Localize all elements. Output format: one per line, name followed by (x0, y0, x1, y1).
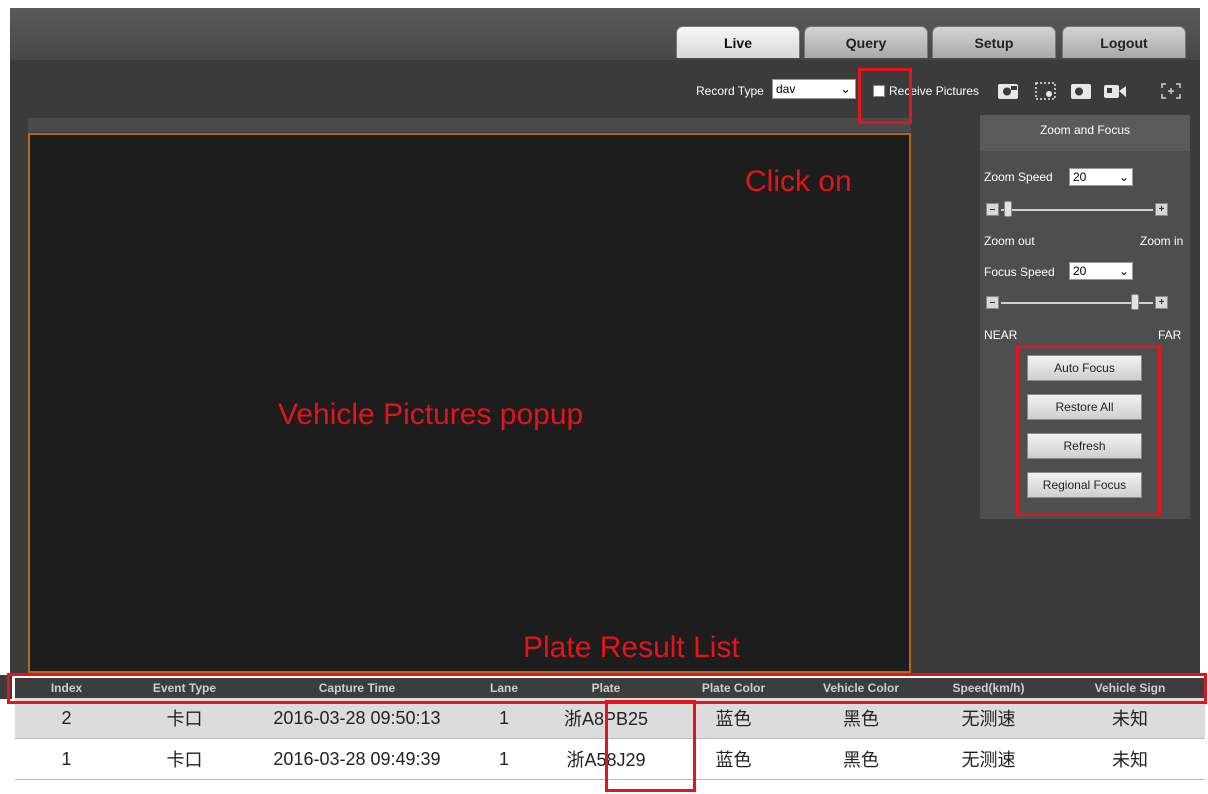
zoom-speed-select[interactable]: 20 ⌄ (1069, 168, 1133, 186)
table-cell: 黑色 (800, 738, 922, 780)
annotation-result-list: Plate Result List (523, 631, 740, 664)
capture-icon[interactable] (1068, 80, 1094, 102)
table-cell: 卡口 (118, 738, 251, 780)
zoom-in-button[interactable]: + (1155, 203, 1168, 216)
near-label: NEAR (984, 328, 1018, 342)
zoom-speed-label: Zoom Speed (984, 170, 1053, 184)
table-cell: 1 (463, 738, 545, 780)
annotation-click-on: Click on (745, 165, 852, 198)
tab-query[interactable]: Query (804, 26, 928, 58)
zoom-out-label: Zoom out (984, 234, 1035, 248)
focus-speed-select[interactable]: 20 ⌄ (1069, 262, 1133, 280)
chevron-down-icon: ⌄ (1118, 264, 1129, 278)
chevron-down-icon: ⌄ (840, 81, 851, 96)
focus-speed-label: Focus Speed (984, 265, 1055, 279)
snapshot-icon[interactable] (996, 80, 1022, 102)
focus-far-button[interactable]: + (1155, 296, 1168, 309)
table-cell: 1 (15, 738, 118, 780)
video-header-strip (28, 118, 911, 132)
focus-near-button[interactable]: – (986, 296, 999, 309)
record-icon[interactable] (1102, 80, 1128, 102)
table-cell: 未知 (1055, 738, 1205, 780)
fullscreen-icon[interactable] (1158, 80, 1184, 102)
highlight-focus-buttons (1016, 345, 1161, 516)
zoom-in-label: Zoom in (1140, 234, 1184, 248)
table-cell: 2 (15, 698, 118, 739)
table-cell: 无测速 (922, 698, 1055, 739)
highlight-receive-pictures (858, 68, 912, 124)
tab-logout[interactable]: Logout (1062, 26, 1186, 58)
table-cell: 1 (463, 698, 545, 739)
far-label: FAR (1158, 328, 1182, 342)
table-cell: 2016-03-28 09:49:39 (251, 738, 463, 780)
zoom-slider-handle[interactable] (1003, 201, 1012, 217)
top-nav-bar: Live Query Setup Logout (10, 8, 1200, 60)
table-cell: 无测速 (922, 738, 1055, 780)
record-type-value: dav (776, 82, 796, 96)
table-cell: 卡口 (118, 698, 251, 739)
table-cell: 未知 (1055, 698, 1205, 739)
tab-live[interactable]: Live (676, 26, 800, 58)
table-cell: 黑色 (800, 698, 922, 739)
record-type-select[interactable]: dav ⌄ (772, 79, 856, 99)
tab-setup[interactable]: Setup (932, 26, 1056, 58)
annotation-popup: Vehicle Pictures popup (278, 398, 584, 431)
zoom-out-button[interactable]: – (986, 203, 999, 216)
chevron-down-icon: ⌄ (1118, 170, 1129, 184)
zoom-focus-title: Zoom and Focus (980, 115, 1190, 151)
table-cell: 2016-03-28 09:50:13 (251, 698, 463, 739)
focus-slider-handle[interactable] (1130, 294, 1139, 310)
highlight-plate-column (605, 700, 696, 792)
zoom-slider-track[interactable] (1001, 209, 1153, 211)
record-type-label: Record Type (696, 84, 764, 98)
manual-snap-icon[interactable] (1033, 80, 1059, 102)
